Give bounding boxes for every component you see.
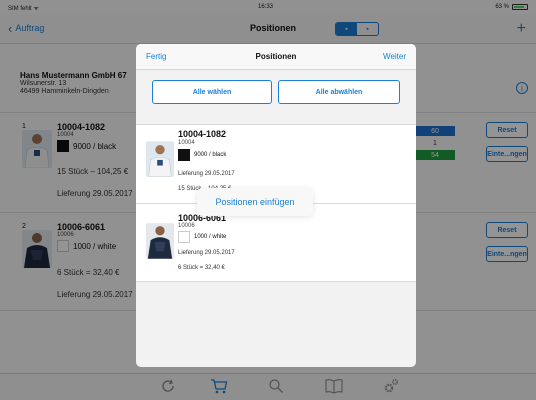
selection-bar: Alle wählen Alle abwählen xyxy=(136,70,416,124)
delivery-label: Lieferung 29.05.2017 xyxy=(178,171,235,177)
color-label: 1000 / white xyxy=(178,231,226,243)
delivery-label: Lieferung 29.05.2017 xyxy=(178,250,235,256)
quantity-label: 6 Stück = 32,40 € xyxy=(178,265,225,271)
select-all-button[interactable]: Alle wählen xyxy=(152,80,272,104)
modal-header: Fertig Positionen Weiter xyxy=(136,44,416,70)
next-button[interactable]: Weiter xyxy=(383,52,406,61)
color-text: 9000 / black xyxy=(194,152,227,158)
article-number: 10004-1082 xyxy=(178,129,227,139)
article-code: 10004 xyxy=(178,140,195,146)
product-photo xyxy=(146,223,174,259)
color-swatch xyxy=(178,231,190,243)
color-text: 1000 / white xyxy=(194,234,227,240)
modal-title: Positionen xyxy=(255,52,297,61)
product-photo xyxy=(146,141,174,177)
insert-positions-button[interactable]: Positionen einfügen xyxy=(197,188,313,216)
article-code: 10006 xyxy=(178,223,195,229)
color-label: 9000 / black xyxy=(178,149,226,161)
deselect-all-button[interactable]: Alle abwählen xyxy=(278,80,400,104)
color-swatch xyxy=(178,149,190,161)
